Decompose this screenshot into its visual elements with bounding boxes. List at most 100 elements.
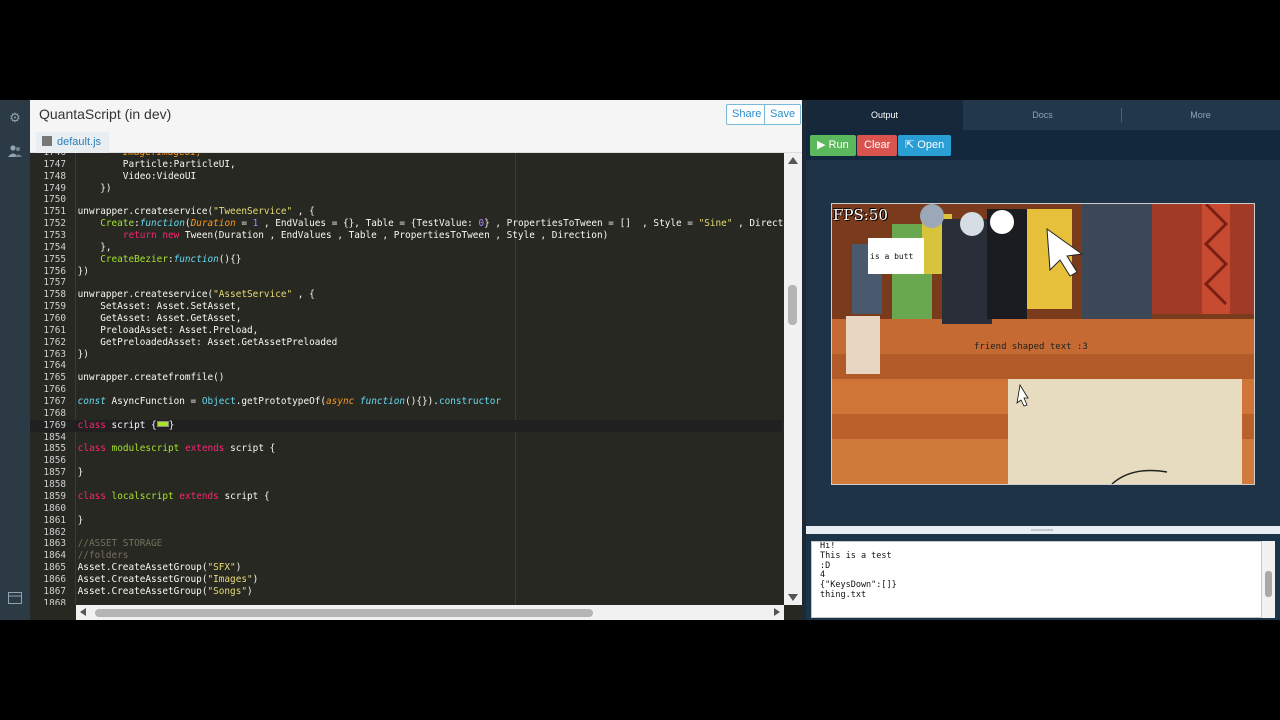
line-number: 1867 [43,585,66,597]
line-number: 1859 [43,490,66,502]
run-button[interactable]: ▶ Run [810,135,856,156]
line-number: 1856 [43,455,66,467]
tab-docs[interactable]: Docs [964,100,1121,130]
code-token: modulescript [111,443,180,455]
code-line: 1763 }) [30,349,782,361]
save-button[interactable]: Save [764,104,802,125]
code-lines: 1746 Image:ImageUI,1747 Particle:Particl… [30,153,800,605]
panel-icon[interactable] [6,591,24,609]
console-line: {"KeysDown":[]} [820,580,897,591]
run-toolbar: ▶ Run Clear ⇱ Open [806,130,1280,160]
game-button[interactable]: is a butt [868,238,924,274]
open-button[interactable]: ⇱ Open [898,135,952,156]
output-tabs: Output Docs More [806,100,1280,130]
code-token: return [122,230,157,242]
code-line: 1765 unwrapper.createfromfile() [30,372,782,384]
line-number: 1757 [43,277,66,289]
code-token: ) [235,562,242,574]
code-line: 1761 PreloadAsset: Asset.Preload, [30,325,782,337]
code-token: script { [218,490,270,502]
line-number: 1761 [43,324,66,336]
scroll-thumb[interactable] [1265,571,1272,597]
code-token: ) [247,585,253,597]
line-number: 1762 [43,336,66,348]
line-number: 1865 [43,562,66,574]
console-scrollbar[interactable] [1262,541,1275,618]
output-pane: Output Docs More ▶ Run Clear ⇱ Open is a… [806,100,1280,620]
console-line: thing.txt [820,589,867,600]
code-token: } [77,467,84,479]
line-number: 1769 [43,419,66,431]
code-token: } [168,419,175,431]
line-number: 1864 [43,550,66,562]
tab-more[interactable]: More [1122,100,1279,130]
code-token: Tween(Duration , EndValues , Table , Pro… [179,230,609,242]
code-line: 1865 Asset.CreateAssetGroup("SFX") [30,562,782,574]
line-number: 1766 [43,384,66,396]
code-token: "TweenService" [213,206,293,218]
code-token: script { [105,419,157,431]
line-number: 1862 [43,526,66,538]
code-token: , { [292,206,315,218]
scroll-down-arrow[interactable] [788,594,798,601]
external-link-icon: ⇱ [905,139,915,151]
code-line: 1755 CreateBezier:function(){} [30,254,782,266]
code-line: 1751 unwrapper.createservice("TweenServi… [30,206,782,218]
fold-marker[interactable] [156,420,169,427]
code-line: 1756 }) [30,266,782,278]
code-line: 1767 const AsyncFunction = Object.getPro… [30,396,782,408]
line-number: 1752 [43,218,66,230]
line-number: 1855 [43,443,66,455]
code-line: 1856 [30,455,782,467]
code-token: class [77,490,106,502]
code-line: 1861 } [30,515,782,527]
game-viewport[interactable]: is a butt FPS:50 friend shaped text :3 [831,203,1255,485]
scroll-up-arrow[interactable] [788,157,798,164]
code-token: AsyncFunction = [105,396,202,408]
console-resize-handle[interactable] [806,526,1280,534]
code-token: unwrapper.createfromfile() [77,372,225,384]
clear-button[interactable]: Clear [857,135,898,156]
code-token: function [359,396,406,408]
tab-default-js[interactable]: default.js [36,132,110,153]
code-line: 1757 [30,277,782,289]
scroll-thumb[interactable] [788,285,797,325]
code-token: ) [252,573,259,585]
users-icon[interactable] [6,144,24,162]
play-icon: ▶ [817,139,826,151]
code-token: "Images" [207,573,253,585]
code-line: 1864 //folders [30,550,782,562]
line-number: 1760 [43,313,66,325]
game-text-label: friend shaped text :3 [974,342,1088,352]
code-token: extends [179,490,219,502]
code-token: new [162,230,180,242]
code-line: 1863 //ASSET STORAGE [30,538,782,550]
line-number: 1756 [43,265,66,277]
code-token: } , PropertiesToTween = [] , Style = [484,218,699,230]
code-token: GetPreloadedAsset: Asset.GetAssetPreload… [77,336,338,348]
line-number: 1748 [43,170,66,182]
line-number: 1860 [43,502,66,514]
tab-output[interactable]: Output [806,100,963,130]
fps-counter: FPS:50 [833,206,888,224]
line-number: 1857 [43,467,66,479]
code-line: 1858 [30,479,782,491]
gear-icon[interactable]: ⚙ [6,109,24,127]
editor-horizontal-scrollbar[interactable] [76,605,784,620]
editor-vertical-scrollbar[interactable] [784,153,802,605]
code-area[interactable]: 1746 Image:ImageUI,1747 Particle:Particl… [30,153,802,605]
code-token: async [326,396,355,408]
code-token: } [77,514,84,526]
code-line: 1747 Particle:ParticleUI, [30,159,782,171]
code-line: 1769 class script {} [30,419,782,432]
code-token: //ASSET STORAGE [77,538,163,550]
code-token: Image:ImageUI, [78,153,202,158]
line-number: 1751 [43,206,66,218]
code-line: 1759 SetAsset: Asset.SetAsset, [30,301,782,313]
scroll-thumb[interactable] [95,609,593,617]
scroll-right-arrow[interactable] [774,608,780,616]
share-button[interactable]: Share [726,104,768,125]
scroll-left-arrow[interactable] [80,608,86,616]
code-token: "Songs" [207,585,247,597]
